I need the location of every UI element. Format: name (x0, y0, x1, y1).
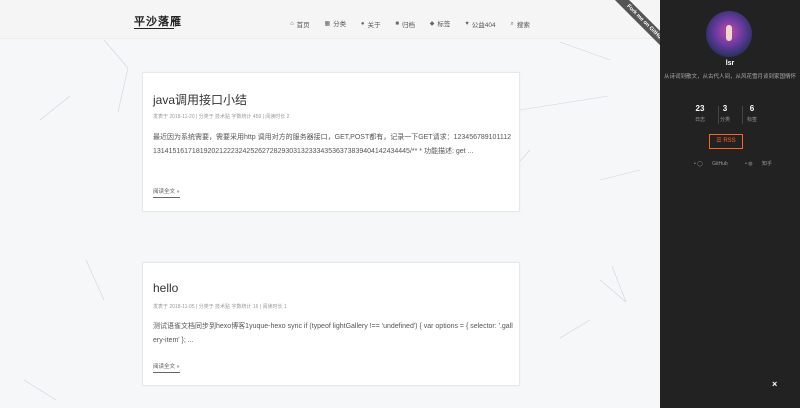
github-ribbon[interactable]: Fork me on GitHub (596, 0, 660, 64)
rss-button[interactable]: ☰ RSS (709, 134, 743, 149)
nav-item-categories[interactable]: ▦ 分类 (324, 18, 347, 29)
heartbeat-icon: ♥ (465, 20, 469, 27)
post-title[interactable]: java调用接口小结 (153, 91, 247, 108)
stat-label: 日志 (694, 117, 705, 123)
nav-item-search[interactable]: ⌕ 搜索 (510, 19, 530, 30)
nav-item-404[interactable]: ♥ 公益404 (465, 19, 495, 29)
post-excerpt: 测试语雀文档同步到hexo博客1yuque-hexo sync if (type… (153, 323, 513, 344)
rss-label: RSS (723, 138, 736, 144)
site-brand[interactable]: 平沙落雁 (134, 13, 182, 29)
post-card: java调用接口小结 发表于 2018-11-20 | 分类于 技术贴 字数统计… (142, 72, 520, 212)
stat-count: 6 (749, 104, 755, 113)
site-description: 从诗词到散文，从古代人间，从风花雪月谈到家国情怀 (663, 74, 796, 80)
social-links: • ◯ GitHub • ◍ 知乎 (694, 160, 788, 167)
post-card: hello 发表于 2018-11-05 | 分类于 技术贴 字数统计 16 |… (142, 262, 520, 386)
stat-count: 23 (695, 104, 705, 113)
stat-categories[interactable]: 3 分类 (711, 104, 739, 123)
stat-tags[interactable]: 6 标签 (738, 104, 766, 123)
avatar-figure (726, 25, 732, 41)
nav-label: 分类 (333, 21, 347, 28)
nav-label: 公益404 (471, 21, 496, 29)
nav-label: 归档 (401, 21, 415, 29)
nav-label: 关于 (367, 21, 381, 29)
nav-item-about[interactable]: ● 关于 (361, 19, 381, 29)
nav-item-tags[interactable]: ◆ 标签 (429, 18, 451, 29)
user-icon: ● (360, 20, 365, 27)
nav-label: 首页 (296, 21, 310, 29)
read-more-link[interactable]: 阅读全文 » (153, 187, 180, 198)
social-label: 知乎 (761, 161, 772, 167)
archive-icon: ■ (395, 20, 399, 27)
nav-label: 搜索 (516, 22, 530, 29)
post-meta: 发表于 2018-11-20 | 分类于 技术贴 字数统计 459 | 阅读时长… (153, 114, 290, 120)
stat-label: 分类 (719, 117, 730, 123)
social-label: GitHub (712, 161, 728, 167)
ribbon-text: Fork me on GitHub (602, 0, 660, 64)
th-icon: ▦ (324, 20, 331, 27)
sidebar-close-button[interactable]: × (772, 379, 777, 389)
post-title[interactable]: hello (153, 281, 178, 295)
social-link-zhihu[interactable]: • ◍ 知乎 (745, 161, 780, 167)
avatar (706, 11, 752, 57)
tags-icon: ◆ (429, 20, 435, 27)
stat-label: 标签 (746, 117, 757, 123)
main-nav: ⌂ 首页 ▦ 分类 ● 关于 ■ 归档 ◆ 标签 ♥ 公益404 ⌕ 搜索 (290, 18, 543, 30)
github-icon: • ◯ (694, 161, 705, 167)
stat-posts[interactable]: 23 日志 (686, 104, 714, 123)
globe-icon: • ◍ (745, 161, 754, 167)
home-icon: ⌂ (290, 20, 294, 27)
site-author-name: lsr (725, 60, 735, 67)
search-icon: ⌕ (510, 20, 514, 27)
nav-item-archives[interactable]: ■ 归档 (395, 19, 415, 29)
sidebar: lsr 从诗词到散文，从古代人间，从风花雪月谈到家国情怀 23 日志 3 分类 … (660, 0, 800, 408)
nav-item-home[interactable]: ⌂ 首页 (290, 19, 310, 29)
brand-underline (134, 28, 174, 29)
post-meta: 发表于 2018-11-05 | 分类于 技术贴 字数统计 16 | 阅读时长 … (153, 304, 287, 310)
read-more-link[interactable]: 阅读全文 » (153, 362, 180, 373)
nav-label: 标签 (437, 21, 451, 28)
post-excerpt: 最近因为系统需要，需要采用http 调用对方的服务器接口，GET,POST都有，… (153, 134, 511, 155)
stat-count: 3 (722, 104, 728, 113)
site-header: 平沙落雁 ⌂ 首页 ▦ 分类 ● 关于 ■ 归档 ◆ 标签 ♥ 公益404 ⌕ 搜索 (0, 0, 660, 39)
social-link-github[interactable]: • ◯ GitHub (694, 161, 736, 167)
